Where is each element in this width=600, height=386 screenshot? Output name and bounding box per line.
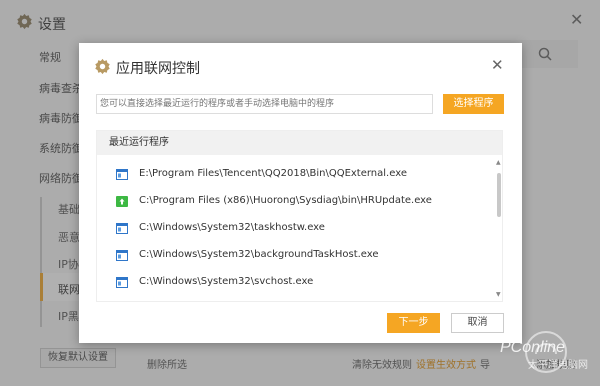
svg-text:PConline: PConline <box>500 339 565 356</box>
window-icon <box>116 250 128 261</box>
list-item[interactable]: C:\Windows\System32\svchost.exe <box>97 269 492 296</box>
list-item[interactable]: C:\Windows\System32\taskhostw.exe <box>97 215 492 242</box>
window-icon <box>116 169 128 180</box>
program-path: C:\Windows\System32\svchost.exe <box>139 276 314 287</box>
next-button[interactable]: 下一步 <box>387 313 440 333</box>
recent-programs-list: 最近运行程序 E:\Program Files\Tencent\QQ2018\B… <box>96 130 503 302</box>
scroll-up-arrow-icon[interactable]: ▲ <box>496 159 501 166</box>
program-path: C:\Windows\System32\backgroundTaskHost.e… <box>139 249 379 260</box>
window-icon <box>116 277 128 288</box>
list-header: 最近运行程序 <box>97 131 502 155</box>
update-icon <box>116 196 128 207</box>
program-path: C:\Program Files (x86)\Huorong\Sysdiag\b… <box>139 195 432 206</box>
dialog-title: 应用联网控制 <box>116 61 200 77</box>
pconline-watermark-logo: PConline 太平洋电脑网 <box>500 331 588 373</box>
program-path-input[interactable] <box>96 94 433 114</box>
list-item[interactable]: C:\Windows\System32\backgroundTaskHost.e… <box>97 242 492 269</box>
window-icon <box>116 223 128 234</box>
gear-icon <box>95 58 110 75</box>
scroll-down-arrow-icon[interactable]: ▼ <box>496 291 501 298</box>
program-path: C:\Windows\System32\taskhostw.exe <box>139 222 325 233</box>
select-program-button[interactable]: 选择程序 <box>443 94 504 114</box>
list-scrollbar[interactable]: ▲ ▼ <box>495 159 503 299</box>
app-network-control-dialog: 应用联网控制 ✕ 选择程序 最近运行程序 E:\Program Files\Te… <box>79 43 522 343</box>
list-item[interactable]: E:\Program Files\Tencent\QQ2018\Bin\QQEx… <box>97 161 492 188</box>
close-icon[interactable]: ✕ <box>491 58 504 73</box>
list-item[interactable]: C:\Program Files (x86)\Huorong\Sysdiag\b… <box>97 188 492 215</box>
svg-text:太平洋电脑网: 太平洋电脑网 <box>528 358 588 371</box>
program-path: E:\Program Files\Tencent\QQ2018\Bin\QQEx… <box>139 168 407 179</box>
scroll-thumb[interactable] <box>497 173 501 217</box>
